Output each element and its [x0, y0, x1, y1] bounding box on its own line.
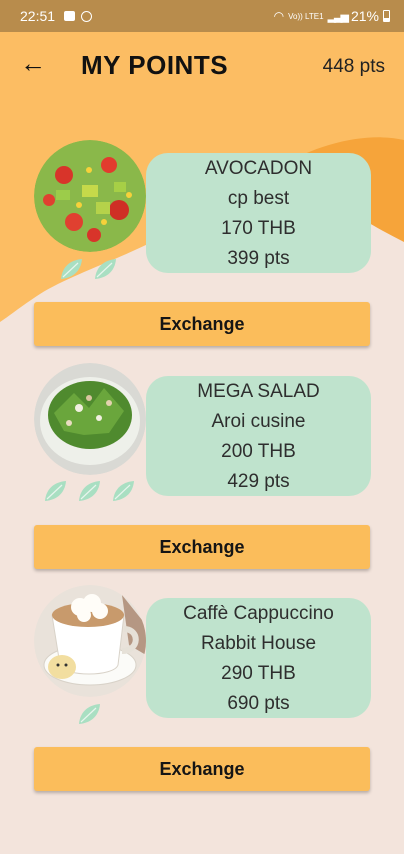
leaf-icon: [45, 481, 66, 501]
total-points: 448 pts: [322, 56, 385, 77]
item-name: AVOCADON: [204, 158, 313, 179]
item-image-mega-salad: [34, 363, 146, 475]
item-name: MEGA SALAD: [197, 381, 320, 402]
leaf-rating: [58, 257, 118, 281]
item-card-caffe-cappuccino: Caffè Cappuccino Rabbit House 290 THB 69…: [146, 598, 371, 718]
item-name: Caffè Cappuccino: [183, 603, 334, 624]
item-card-mega-salad: MEGA SALAD Aroi cusine 200 THB 429 pts: [146, 376, 371, 496]
battery-percent: 21%: [350, 8, 379, 24]
item-price: 170 THB: [221, 218, 296, 239]
exchange-button[interactable]: Exchange: [34, 302, 370, 346]
item-price: 290 THB: [221, 663, 296, 684]
item-points: 429 pts: [227, 471, 290, 492]
status-time: 22:51: [20, 8, 56, 24]
item-shop: Aroi cusine: [211, 411, 306, 432]
leaf-icon: [113, 481, 134, 501]
gallery-notification-icon: [64, 11, 75, 21]
item-points: 399 pts: [227, 248, 290, 269]
item-shop: Rabbit House: [200, 633, 317, 654]
leaf-rating: [76, 702, 102, 726]
item-price: 200 THB: [221, 441, 296, 462]
leaf-icon: [95, 259, 116, 279]
item-image-caffe-cappuccino: [34, 585, 146, 697]
dnd-icon: [81, 11, 92, 22]
item-points: 690 pts: [227, 693, 290, 714]
leaf-icon: [61, 259, 82, 279]
wifi-icon: ◠: [273, 9, 285, 23]
signal-icon: ▂▃▅: [327, 10, 349, 23]
leaf-icon: [79, 481, 100, 501]
item-image-avocadon: [34, 140, 146, 252]
page-title: MY POINTS: [81, 50, 229, 80]
item-card-avocadon: AVOCADON cp best 170 THB 399 pts: [146, 153, 371, 273]
exchange-button[interactable]: Exchange: [34, 747, 370, 791]
exchange-button[interactable]: Exchange: [34, 525, 370, 569]
leaf-icon: [79, 704, 100, 724]
back-arrow-icon[interactable]: ←: [20, 50, 46, 76]
battery-icon: [383, 10, 390, 22]
network-label: Vo)) LTE1: [288, 11, 324, 21]
leaf-rating: [42, 479, 136, 503]
item-shop: cp best: [227, 188, 290, 209]
status-bar: 22:51 ◠ Vo)) LTE1 ▂▃▅ 21%: [0, 0, 404, 32]
app-header: ← MY POINTS 448 pts: [0, 32, 404, 100]
